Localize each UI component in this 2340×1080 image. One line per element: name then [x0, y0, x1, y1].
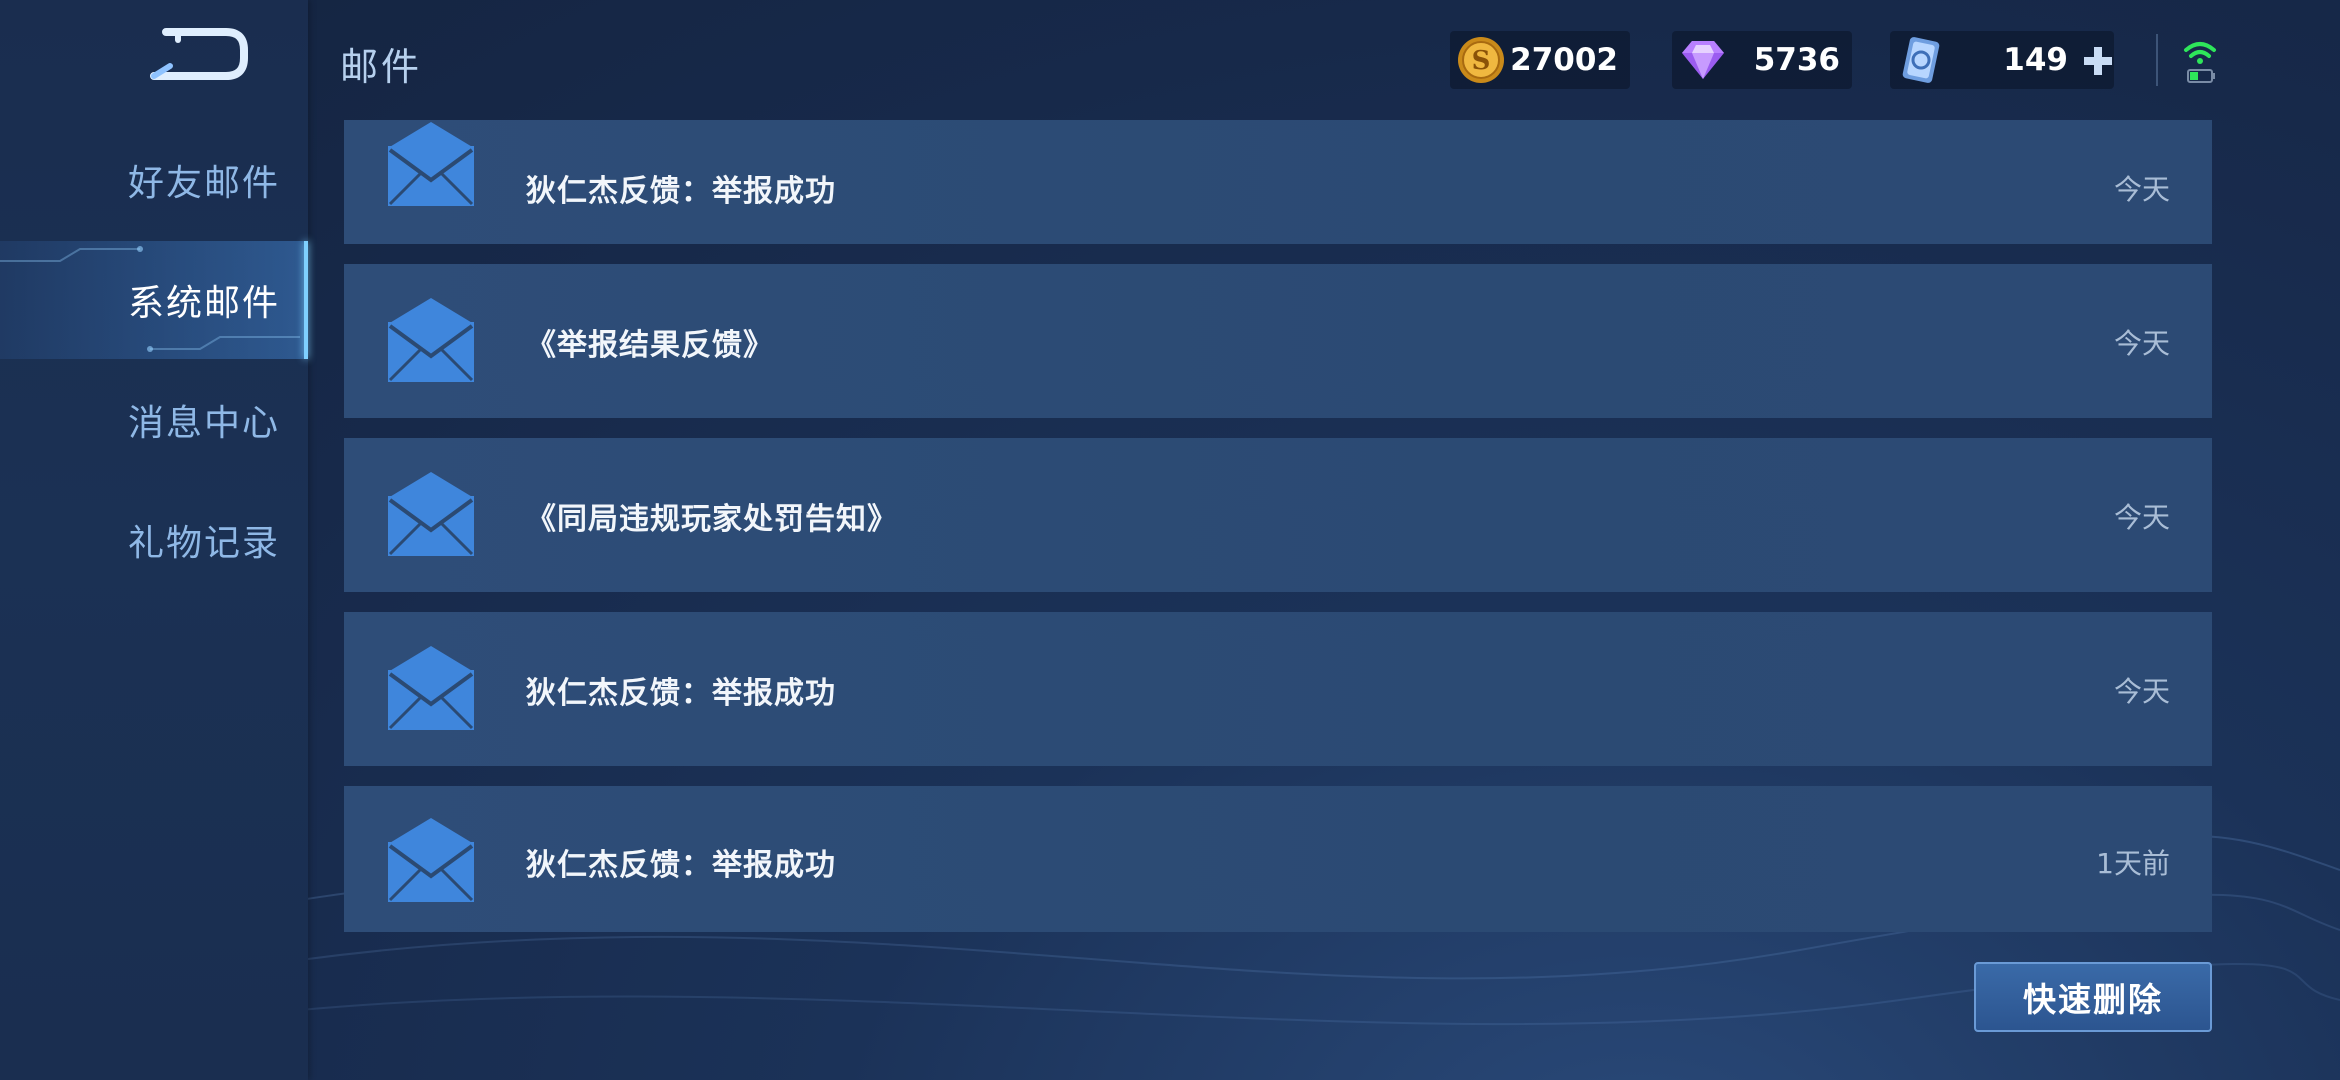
sidebar-item-label: 消息中心: [128, 403, 281, 444]
mail-time: 今天: [2113, 501, 2170, 534]
envelope-icon: [388, 298, 474, 382]
mail-item[interactable]: 《举报结果反馈》 今天: [344, 264, 2212, 418]
mail-item[interactable]: 狄仁杰反馈：举报成功 1天前: [344, 786, 2212, 932]
diamond-value: 5736: [1753, 42, 1840, 78]
sidebar-item-message-center[interactable]: 消息中心: [0, 361, 308, 479]
envelope-icon: [388, 646, 474, 730]
back-arrow-icon[interactable]: [148, 26, 250, 84]
mail-item[interactable]: 狄仁杰反馈：举报成功 今天: [344, 612, 2212, 766]
quick-delete-button[interactable]: 快速删除: [1974, 962, 2212, 1032]
gold-coin-counter: S 27002: [1450, 31, 1630, 89]
gold-coin-icon: S: [1458, 37, 1504, 83]
plus-icon[interactable]: [2082, 45, 2114, 77]
sidebar-item-label: 礼物记录: [128, 523, 281, 564]
mail-item[interactable]: 《同局违规玩家处罚告知》 今天: [344, 438, 2212, 592]
mail-time: 今天: [2113, 173, 2170, 206]
mail-time: 1天前: [2096, 847, 2170, 880]
sidebar-item-gift-record[interactable]: 礼物记录: [0, 481, 308, 599]
sidebar-item-friend-mail[interactable]: 好友邮件: [0, 121, 308, 239]
envelope-icon: [388, 122, 474, 206]
sidebar-item-system-mail[interactable]: 系统邮件: [0, 241, 308, 359]
mail-title: 《同局违规玩家处罚告知》: [526, 502, 898, 537]
envelope-icon: [388, 818, 474, 902]
mail-title: 《举报结果反馈》: [526, 328, 774, 363]
sidebar-item-label: 好友邮件: [128, 163, 281, 204]
sidebar: 好友邮件 系统邮件 消息中心 礼物记录: [0, 0, 308, 1080]
page-title: 邮件: [340, 45, 423, 89]
mail-title: 狄仁杰反馈：举报成功: [526, 676, 836, 711]
wifi-battery-icon: [2184, 42, 2216, 83]
sidebar-item-label: 系统邮件: [128, 283, 281, 324]
mail-time: 今天: [2113, 327, 2170, 360]
svg-text:S: S: [1472, 46, 1491, 76]
mail-time: 今天: [2113, 675, 2170, 708]
coupon-card-icon: [1902, 37, 1940, 83]
diamond-icon: [1682, 41, 1724, 79]
coupon-counter: 149: [1890, 31, 2114, 89]
mail-title: 狄仁杰反馈：举报成功: [526, 848, 836, 883]
mail-item[interactable]: 狄仁杰反馈：举报成功 今天: [344, 120, 2212, 244]
mail-title: 狄仁杰反馈：举报成功: [526, 174, 836, 209]
coupon-value: 149: [2003, 42, 2068, 78]
gold-coin-value: 27002: [1510, 42, 1618, 78]
mail-list[interactable]: 狄仁杰反馈：举报成功 今天 《举报结果反馈》 今天 《同局违规玩家处罚告知》 今…: [344, 120, 2212, 932]
envelope-icon: [388, 472, 474, 556]
header-divider: [2156, 34, 2158, 86]
diamond-counter: 5736: [1672, 31, 1852, 89]
